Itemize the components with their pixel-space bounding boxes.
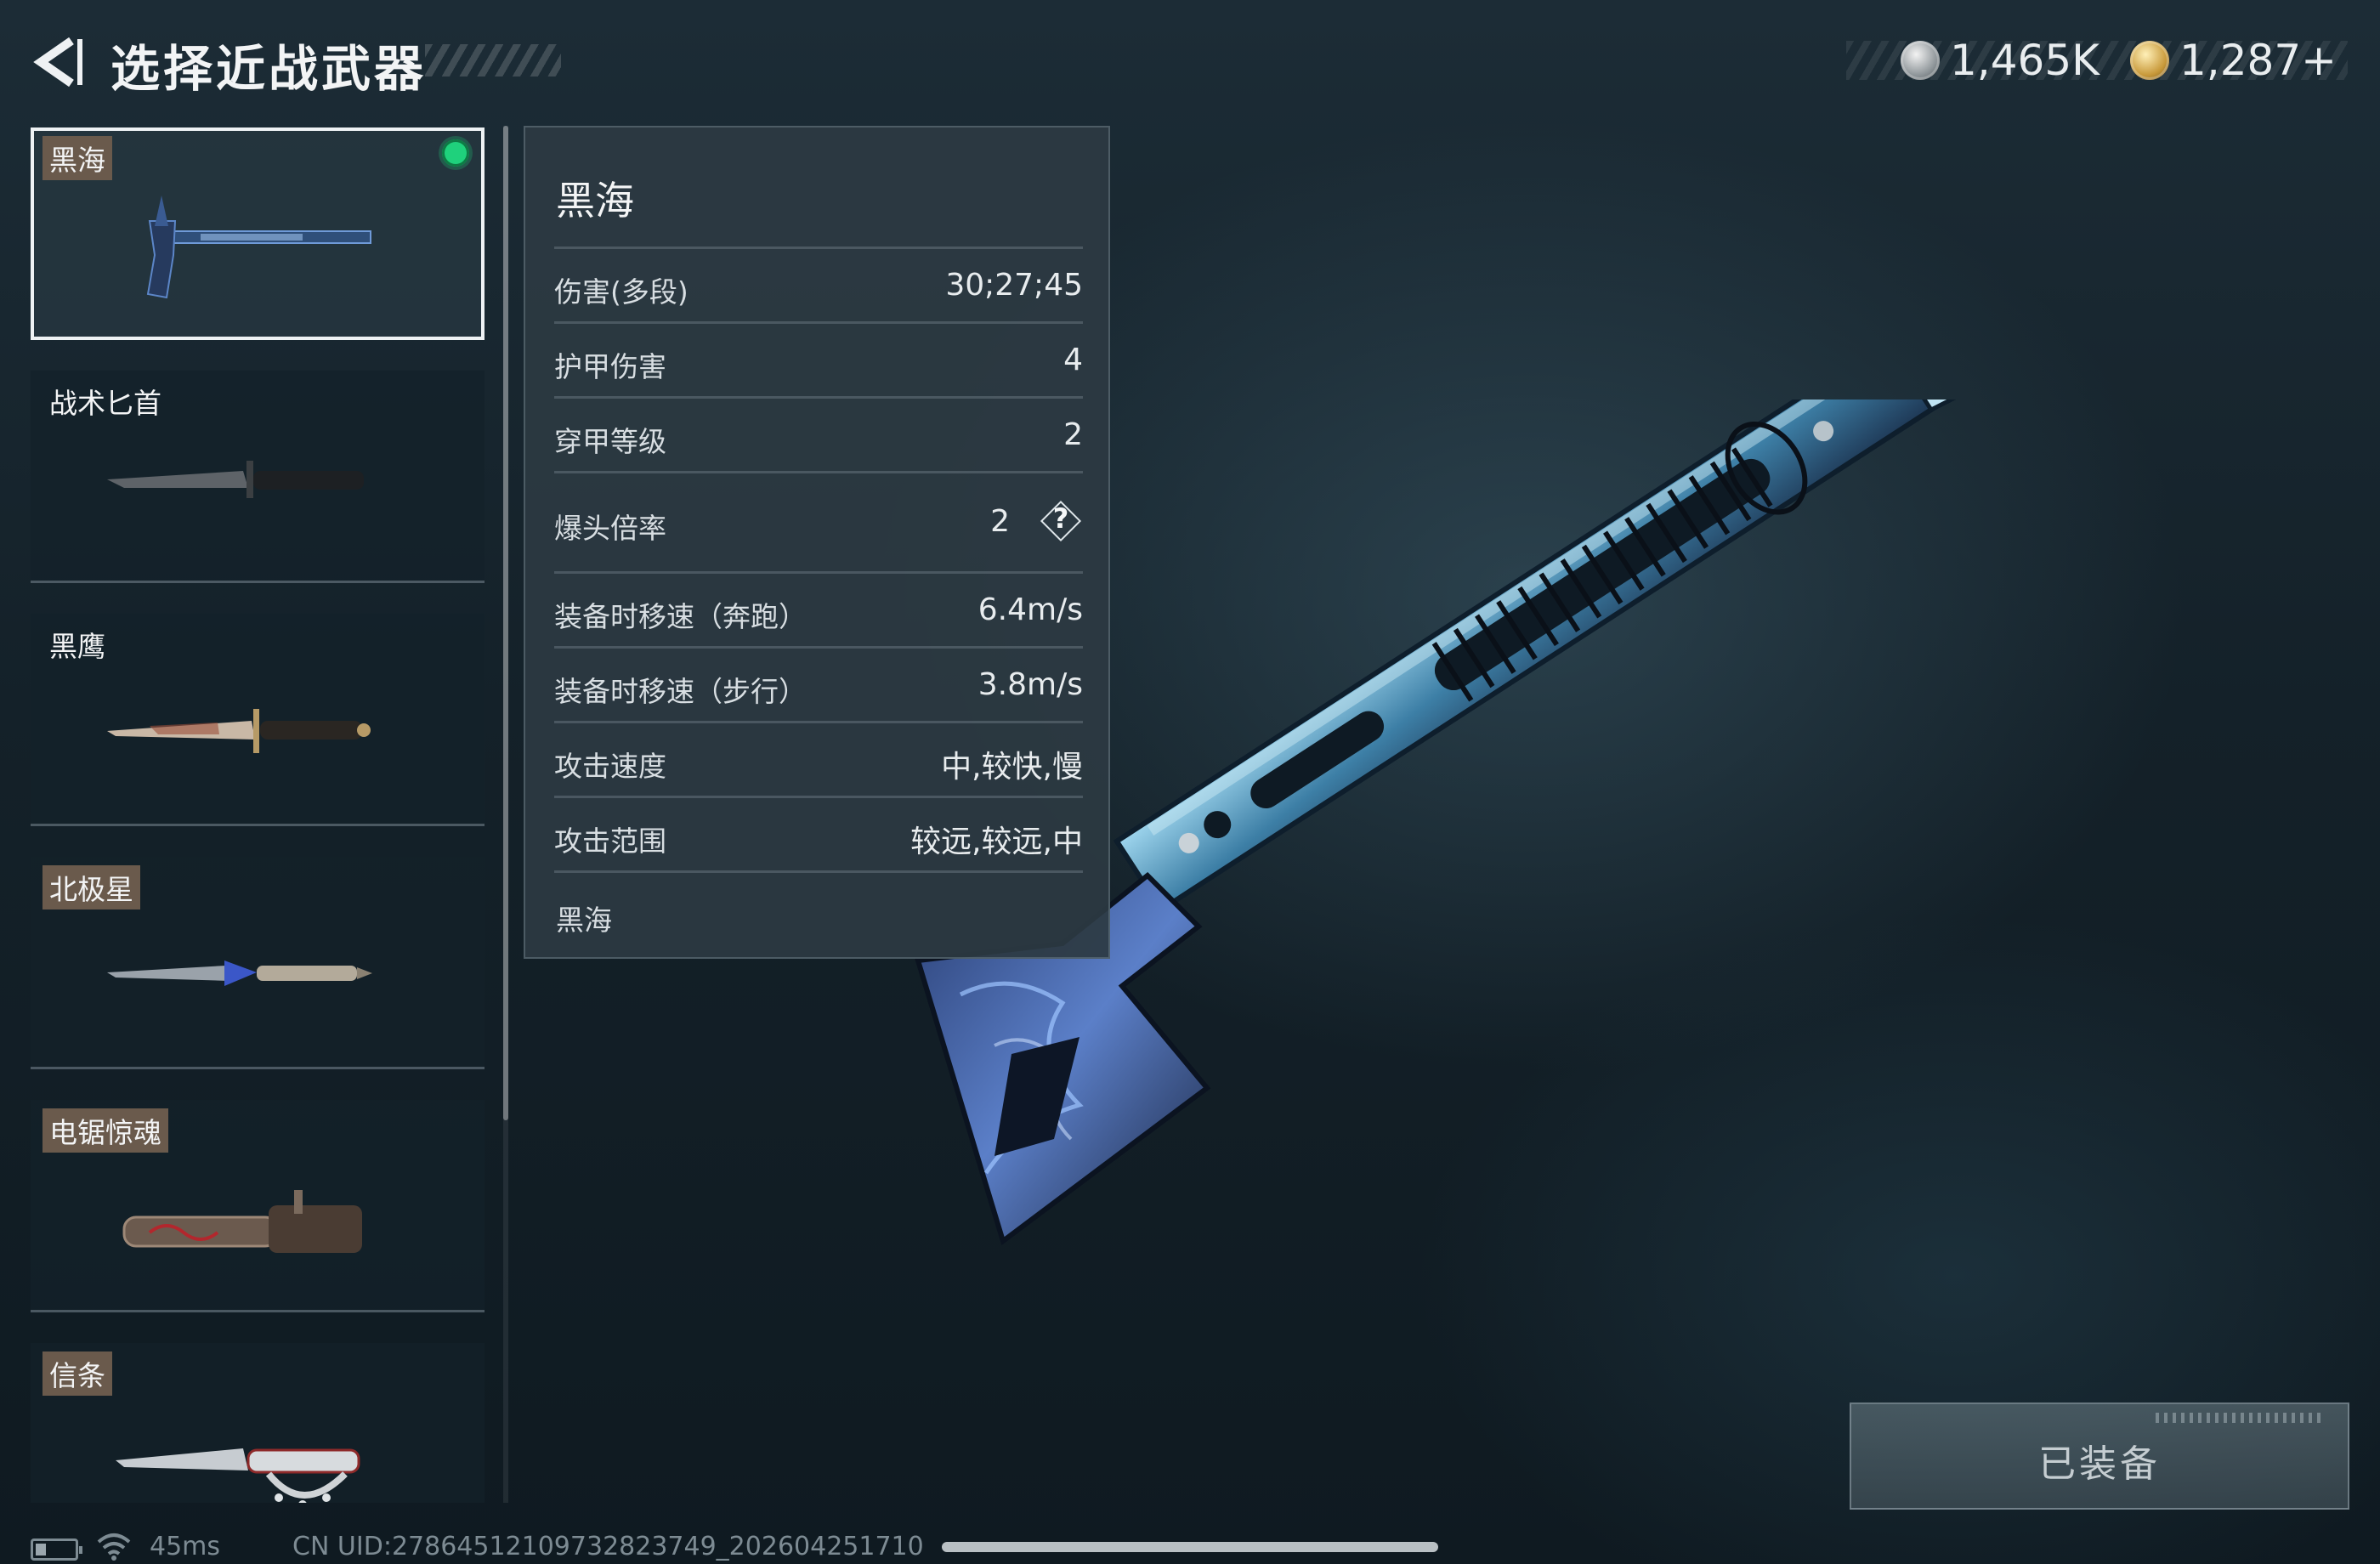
back-arrow-icon bbox=[33, 37, 82, 88]
weapon-card-polaris[interactable]: 北极星 bbox=[31, 857, 484, 1069]
stat-row-armor-damage: 护甲伤害 4 bbox=[554, 321, 1083, 396]
weapon-list: 黑海 战术匕首 黑鹰 北极星 电锯惊魂 信条 bbox=[31, 126, 488, 1503]
stat-label: 爆头倍率 bbox=[554, 512, 666, 545]
stat-label: 伤害(多段) bbox=[554, 275, 688, 309]
stat-label: 装备时移速（步行） bbox=[554, 675, 807, 708]
home-indicator[interactable] bbox=[942, 1542, 1438, 1552]
weapon-card-chainsaw[interactable]: 电锯惊魂 bbox=[31, 1100, 484, 1312]
list-scrollbar-thumb[interactable] bbox=[503, 126, 508, 1120]
stat-label: 攻击速度 bbox=[554, 750, 666, 783]
stat-row-damage: 伤害(多段) 30;27;45 bbox=[554, 246, 1083, 321]
tactical-knife-icon bbox=[107, 461, 364, 498]
weapon-stats-panel: 黑海 伤害(多段) 30;27;45 护甲伤害 4 穿甲等级 2 爆头倍率 2 … bbox=[524, 126, 1110, 959]
stats-divider bbox=[554, 870, 1083, 874]
title-decoration bbox=[425, 44, 561, 76]
stat-value: 4 bbox=[1063, 343, 1083, 377]
stat-value: 6.4m/s bbox=[978, 592, 1083, 627]
stat-row-walk-speed: 装备时移速（步行） 3.8m/s bbox=[554, 646, 1083, 721]
button-decoration bbox=[2156, 1413, 2326, 1423]
stat-value: 2 bbox=[1063, 417, 1083, 452]
weapon-card-tactical-knife[interactable]: 战术匕首 bbox=[31, 371, 484, 583]
weapon-card-black-hawk[interactable]: 黑鹰 bbox=[31, 614, 484, 826]
weapon-card-creed[interactable]: 信条 bbox=[31, 1343, 484, 1503]
currency-silver: 1,465K bbox=[1901, 31, 2100, 90]
chainsaw-icon bbox=[122, 1190, 362, 1253]
stat-row-run-speed: 装备时移速（奔跑） 6.4m/s bbox=[554, 571, 1083, 646]
currency-gold: 1,287+ bbox=[2130, 31, 2337, 90]
ping-value: 45ms bbox=[150, 1532, 221, 1561]
weapon-card-heihai[interactable]: 黑海 bbox=[31, 128, 484, 340]
equipped-indicator-icon bbox=[442, 139, 469, 167]
wifi-icon bbox=[97, 1533, 131, 1561]
equipped-button-label: 已装备 bbox=[2038, 1442, 2161, 1486]
stat-row-attack-speed: 攻击速度 中,较快,慢 bbox=[554, 721, 1083, 796]
karambit-knife-icon bbox=[116, 1448, 360, 1503]
battery-icon bbox=[31, 1538, 82, 1561]
user-uid: CN UID:278645121097328237​49_20260425171… bbox=[292, 1532, 924, 1561]
gold-coin-icon bbox=[2130, 41, 2169, 80]
stat-row-attack-range: 攻击范围 较远,较远,中 bbox=[554, 796, 1083, 870]
page-title: 选择近战武器 bbox=[110, 40, 428, 98]
silver-coin-icon bbox=[1901, 41, 1940, 80]
stat-value: 中,较快,慢 bbox=[941, 750, 1083, 785]
equipped-button[interactable]: 已装备 bbox=[1850, 1402, 2349, 1510]
question-mark-icon: ? bbox=[1052, 502, 1069, 535]
stat-value: 30;27;45 bbox=[945, 268, 1083, 303]
stats-title: 黑海 bbox=[556, 178, 634, 224]
stat-label: 穿甲等级 bbox=[554, 425, 666, 458]
stat-value: 2 bbox=[990, 504, 1010, 539]
silver-amount: 1,465K bbox=[1950, 36, 2100, 85]
stat-row-headshot-multiplier: 爆头倍率 2 ? bbox=[554, 471, 1083, 571]
stat-label: 装备时移速（奔跑） bbox=[554, 600, 807, 633]
stat-row-armor-penetration: 穿甲等级 2 bbox=[554, 396, 1083, 471]
stats-footer-name: 黑海 bbox=[556, 904, 612, 937]
tomahawk-axe-icon bbox=[146, 196, 371, 299]
combat-knife-icon bbox=[107, 709, 371, 753]
stat-value: 较远,较远,中 bbox=[910, 824, 1083, 859]
gold-amount: 1,287+ bbox=[2179, 36, 2338, 85]
stat-label: 攻击范围 bbox=[554, 824, 666, 858]
stat-label: 护甲伤害 bbox=[554, 350, 666, 383]
help-button[interactable]: ? bbox=[1039, 499, 1083, 543]
back-button[interactable] bbox=[27, 32, 87, 92]
header: 选择近战武器 1,465K 1,287+ bbox=[0, 0, 2380, 119]
stat-value: 3.8m/s bbox=[978, 667, 1083, 702]
dagger-icon bbox=[107, 960, 372, 986]
